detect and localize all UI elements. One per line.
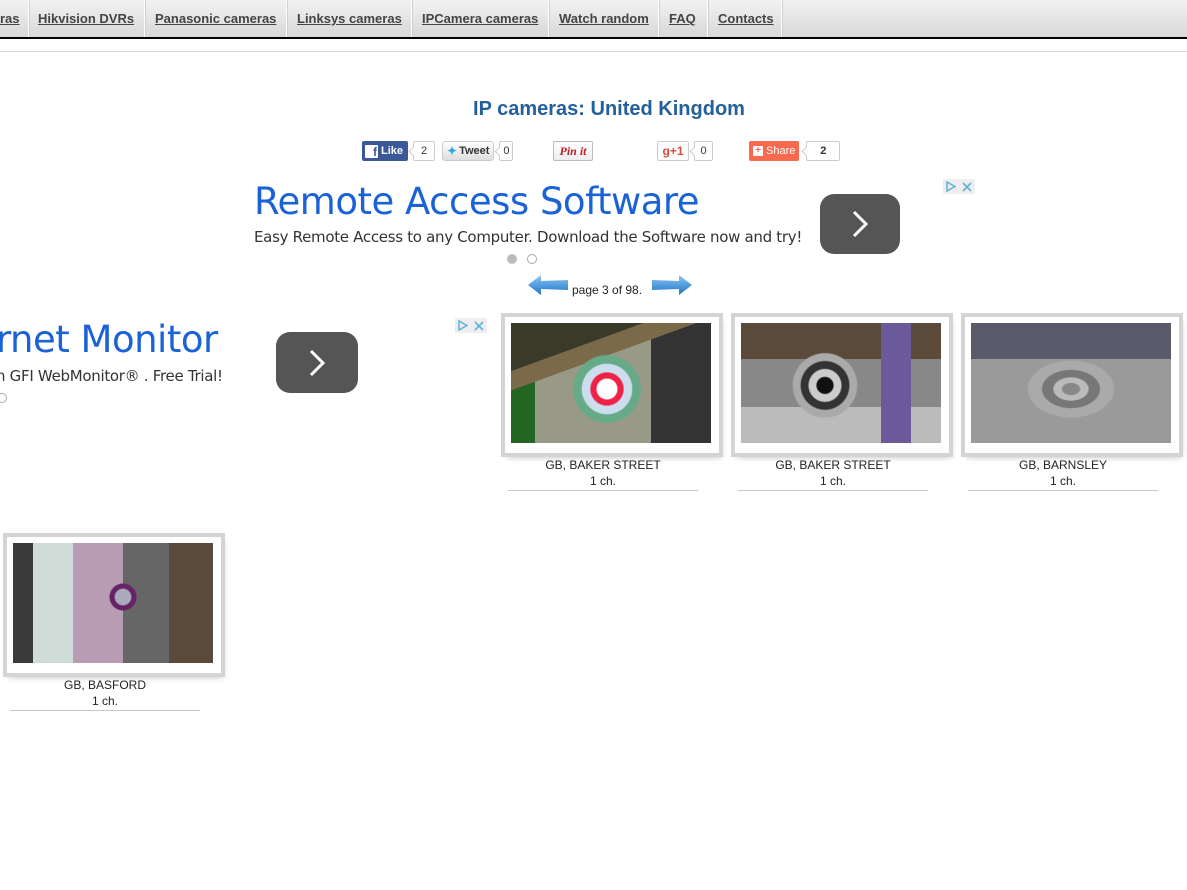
nav-item-cameras[interactable]: ras: [0, 0, 29, 37]
divider: [738, 490, 928, 491]
ad-carousel-dot[interactable]: [527, 254, 537, 264]
divider: [0, 51, 1187, 52]
share-button[interactable]: + Share: [749, 141, 800, 161]
tweet-count: 0: [499, 141, 514, 161]
googleplus-label: +1: [669, 144, 684, 158]
nav-item-linksys-cameras[interactable]: Linksys cameras: [287, 0, 412, 37]
ad-carousel-dot-active[interactable]: [507, 254, 517, 264]
top-nav: ras Hikvision DVRs Panasonic cameras Lin…: [0, 0, 1187, 39]
twitter-widget: ✦ Tweet 0: [442, 141, 514, 161]
divider: [968, 490, 1158, 491]
ad-choices[interactable]: [455, 318, 487, 333]
tweet-button[interactable]: ✦ Tweet: [442, 141, 495, 161]
share-count: 2: [806, 141, 841, 161]
tweet-label: Tweet: [459, 145, 490, 157]
camera-channels: 1 ch.: [819, 474, 846, 488]
ad-description: n GFI WebMonitor® . Free Trial!: [0, 367, 223, 385]
close-icon[interactable]: [959, 179, 975, 194]
arrow-left-icon[interactable]: [527, 274, 569, 296]
ad-description: Easy Remote Access to any Computer. Down…: [254, 228, 803, 246]
nav-item-hikvision-dvrs[interactable]: Hikvision DVRs: [28, 0, 145, 37]
twitter-bird-icon: ✦: [447, 144, 458, 158]
camera-thumbnail[interactable]: [7, 537, 221, 673]
googleplus-count: 0: [694, 141, 713, 161]
ad-headline[interactable]: rnet Monitor: [0, 318, 218, 361]
ad-go-button[interactable]: [276, 332, 358, 393]
camera-location[interactable]: GB, BASFORD: [10, 677, 200, 693]
facebook-like-widget: f Like 2: [362, 141, 436, 161]
arrow-right-icon[interactable]: [651, 274, 693, 296]
camera-snapshot-image: [511, 323, 711, 443]
googleplus-widget: g+1 0: [657, 141, 713, 161]
nav-item-faq[interactable]: FAQ: [659, 0, 708, 37]
adchoices-icon[interactable]: [455, 318, 471, 333]
facebook-icon: f: [365, 144, 378, 159]
plus-icon: +: [753, 146, 763, 156]
share-widget: + Share 2: [749, 141, 841, 161]
nav-item-ipcamera-cameras[interactable]: IPCamera cameras: [412, 0, 549, 37]
camera-thumbnail[interactable]: [735, 317, 949, 453]
nav-item-watch-random[interactable]: Watch random: [549, 0, 659, 37]
camera-snapshot-image: [741, 323, 941, 443]
ad-choices[interactable]: [943, 179, 975, 194]
camera-channels: 1 ch.: [589, 474, 616, 488]
facebook-like-label: Like: [381, 145, 404, 157]
googleplus-icon: g: [662, 144, 670, 158]
close-icon[interactable]: [471, 318, 487, 333]
chevron-right-icon: [309, 349, 326, 376]
facebook-like-button[interactable]: f Like: [362, 141, 409, 161]
adchoices-icon[interactable]: [943, 179, 959, 194]
pin-it-button[interactable]: Pin it: [553, 141, 593, 161]
googleplus-button[interactable]: g+1: [657, 141, 689, 161]
page-indicator: page 3 of 98.: [572, 283, 643, 297]
camera-channels: 1 ch.: [91, 694, 118, 708]
camera-snapshot-image: [13, 543, 213, 663]
camera-location[interactable]: GB, BAKER STREET: [508, 457, 698, 473]
camera-thumbnail[interactable]: [505, 317, 719, 453]
chevron-right-icon: [852, 210, 869, 238]
camera-thumbnail[interactable]: [965, 317, 1179, 453]
nav-item-contacts[interactable]: Contacts: [708, 0, 782, 37]
camera-location[interactable]: GB, BARNSLEY: [968, 457, 1158, 473]
camera-location[interactable]: GB, BAKER STREET: [738, 457, 928, 473]
page-title: IP cameras: United Kingdom: [473, 98, 745, 120]
camera-channels: 1 ch.: [1049, 474, 1076, 488]
facebook-like-count: 2: [413, 141, 436, 161]
share-label: Share: [766, 145, 796, 157]
divider: [10, 710, 200, 711]
ad-carousel-dot[interactable]: [0, 393, 7, 403]
nav-item-panasonic-cameras[interactable]: Panasonic cameras: [145, 0, 287, 37]
ad-headline[interactable]: Remote Access Software: [254, 180, 700, 223]
camera-snapshot-image: [971, 323, 1171, 443]
divider: [508, 490, 698, 491]
ad-go-button[interactable]: [820, 194, 900, 254]
